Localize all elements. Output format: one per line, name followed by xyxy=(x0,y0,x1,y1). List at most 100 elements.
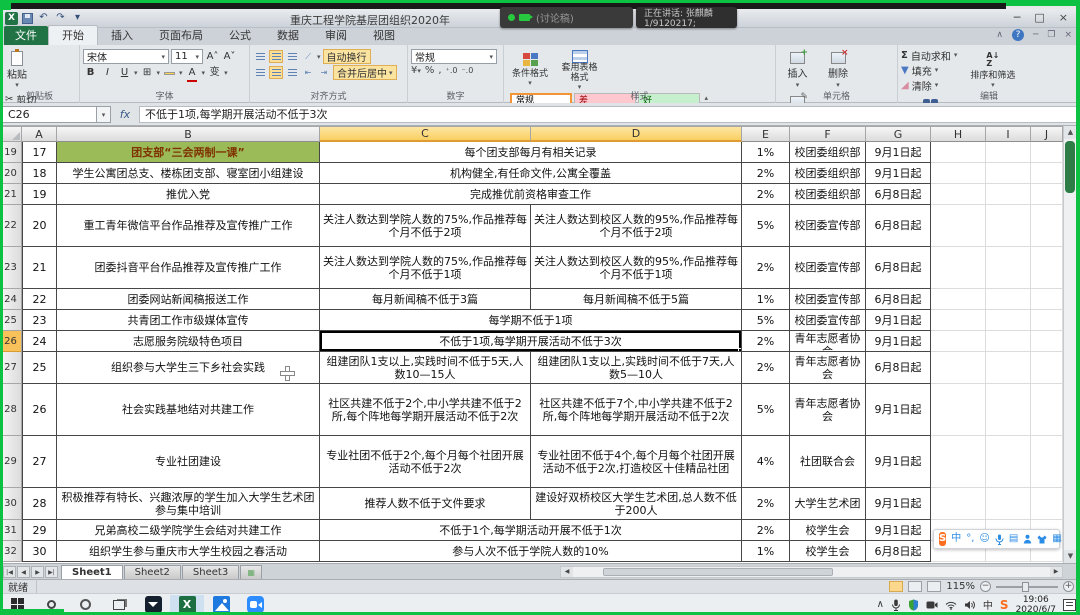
orientation-button[interactable]: ⟋ xyxy=(301,50,315,63)
col-header-B[interactable]: B xyxy=(57,126,320,142)
tray-shield-icon[interactable] xyxy=(908,599,919,611)
cell-C30[interactable]: 推荐人数不低于文件要求 xyxy=(320,488,531,520)
cell-E30[interactable]: 2% xyxy=(742,488,790,520)
help-icon[interactable]: ? xyxy=(1012,29,1024,41)
cell-E26[interactable]: 2% xyxy=(742,331,790,352)
cell-I26[interactable] xyxy=(986,331,1031,352)
maximize-icon[interactable]: □ xyxy=(1034,11,1044,25)
cell-A26[interactable]: 24 xyxy=(22,331,57,352)
cell-C31[interactable]: 不低于1个,每学期活动开展不低于1次 xyxy=(320,520,742,541)
cell-C24[interactable]: 每月新闻稿不低于3篇 xyxy=(320,289,531,310)
cell-C27[interactable]: 组建团队1支以上,实践时间不低于5天,人数10—15人 xyxy=(320,352,531,384)
cell-F23[interactable]: 校团委宣传部 xyxy=(790,247,866,289)
cell-C20[interactable]: 机构健全,有任命文件,公寓全覆盖 xyxy=(320,163,742,184)
cell-H30[interactable] xyxy=(931,488,986,520)
cell-E31[interactable]: 2% xyxy=(742,520,790,541)
cell-I22[interactable] xyxy=(986,205,1031,247)
cell-D28[interactable]: 社区共建不低于7个,中小学共建不低于2所,每个阵地每学期开展活动不低于2次 xyxy=(531,384,742,436)
cell-I27[interactable] xyxy=(986,352,1031,384)
zoom-slider[interactable] xyxy=(996,586,1058,588)
col-header-F[interactable]: F xyxy=(790,126,866,142)
cell-F29[interactable]: 社团联合会 xyxy=(790,436,866,488)
row-header-23[interactable]: 23 xyxy=(0,247,22,289)
cell-J29[interactable] xyxy=(1031,436,1063,488)
cell-F24[interactable]: 校团委宣传部 xyxy=(790,289,866,310)
cell-F32[interactable]: 校学生会 xyxy=(790,541,866,562)
cell-F27[interactable]: 青年志愿者协会 xyxy=(790,352,866,384)
underline-button[interactable]: U xyxy=(117,65,132,80)
workbook-restore-icon[interactable]: ❐ xyxy=(1047,30,1055,40)
cell-C19[interactable]: 每个团支部每月有相关记录 xyxy=(320,142,742,163)
cell-G32[interactable]: 6月8日起 xyxy=(866,541,931,562)
wrap-text-button[interactable]: 自动换行 xyxy=(323,49,371,64)
conditional-formatting-button[interactable]: 条件格式 ▾ xyxy=(507,48,553,92)
sheet-tab-Sheet1[interactable]: Sheet1 xyxy=(61,565,123,579)
delete-cells-button[interactable]: × 删除▾ xyxy=(820,48,857,92)
cell-F25[interactable]: 校团委宣传部 xyxy=(790,310,866,331)
cell-H29[interactable] xyxy=(931,436,986,488)
font-size-select[interactable]: 11▾ xyxy=(171,49,203,64)
cell-H26[interactable] xyxy=(931,331,986,352)
insert-cells-button[interactable]: + 插入▾ xyxy=(779,48,816,92)
cell-I23[interactable] xyxy=(986,247,1031,289)
undo-icon[interactable]: ↶ xyxy=(37,12,50,25)
bold-button[interactable]: B xyxy=(83,65,98,80)
cell-H24[interactable] xyxy=(931,289,986,310)
cell-H21[interactable] xyxy=(931,184,986,205)
fill-handle[interactable] xyxy=(738,348,742,352)
cell-D27[interactable]: 组建团队1支以上,实践时间不低于7天,人数5—10人 xyxy=(531,352,742,384)
cell-E27[interactable]: 2% xyxy=(742,352,790,384)
cell-F19[interactable]: 校团委组织部 xyxy=(790,142,866,163)
save-icon[interactable] xyxy=(22,13,33,24)
cell-G31[interactable]: 9月1日起 xyxy=(866,520,931,541)
vertical-scrollbar[interactable]: ▲ ▼ xyxy=(1063,126,1076,563)
tray-network-icon[interactable] xyxy=(945,600,957,610)
cell-H25[interactable] xyxy=(931,310,986,331)
sogou-logo-icon[interactable]: S xyxy=(939,532,946,546)
col-header-G[interactable]: G xyxy=(866,126,931,142)
cell-B32[interactable]: 组织学生参与重庆市大学生校园之春活动 xyxy=(57,541,320,562)
cell-H20[interactable] xyxy=(931,163,986,184)
cell-G27[interactable]: 6月8日起 xyxy=(866,352,931,384)
tray-speaker-icon[interactable] xyxy=(964,600,976,610)
comma-style-icon[interactable]: , xyxy=(438,65,441,76)
cell-G24[interactable]: 6月8日起 xyxy=(866,289,931,310)
ribbon-tab-公式[interactable]: 公式 xyxy=(216,26,264,45)
increase-decimal-icon[interactable]: ⁺.0 xyxy=(446,66,458,75)
zoom-slider-thumb[interactable] xyxy=(1022,582,1029,592)
cell-E29[interactable]: 4% xyxy=(742,436,790,488)
cell-I24[interactable] xyxy=(986,289,1031,310)
cell-D23[interactable]: 关注人数达到校区人数的95%,作品推荐每个月不低于1项 xyxy=(531,247,742,289)
cell-D30[interactable]: 建设好双桥校区大学生艺术团,总人数不低于200人 xyxy=(531,488,742,520)
first-sheet-icon[interactable]: |◀ xyxy=(3,566,16,578)
tray-expand-icon[interactable]: ∧ xyxy=(877,599,884,610)
row-header-28[interactable]: 28 xyxy=(0,384,22,436)
row-header-25[interactable]: 25 xyxy=(0,310,22,331)
row-header-27[interactable]: 27 xyxy=(0,352,22,384)
qat-dropdown-icon[interactable]: ▾ xyxy=(71,12,84,25)
cell-E19[interactable]: 1% xyxy=(742,142,790,163)
workbook-minimize-icon[interactable]: ─ xyxy=(1033,30,1038,40)
cell-H19[interactable] xyxy=(931,142,986,163)
cell-D22[interactable]: 关注人数达到校区人数的95%,作品推荐每个月不低于2项 xyxy=(531,205,742,247)
format-as-table-button[interactable]: 套用表格格式 ▾ xyxy=(557,48,603,92)
cell-F28[interactable]: 青年志愿者协会 xyxy=(790,384,866,436)
cell-J22[interactable] xyxy=(1031,205,1063,247)
cell-A19[interactable]: 17 xyxy=(22,142,57,163)
cell-J30[interactable] xyxy=(1031,488,1063,520)
number-format-select[interactable]: 常规▾ xyxy=(411,49,497,64)
cell-I20[interactable] xyxy=(986,163,1031,184)
cell-C21[interactable]: 完成推优前资格审查工作 xyxy=(320,184,742,205)
align-top-button[interactable] xyxy=(253,50,267,63)
col-header-H[interactable]: H xyxy=(931,126,986,142)
sogou-mode-chinese[interactable]: 中 xyxy=(951,530,961,548)
cell-C32[interactable]: 参与人次不低于学院人数的10% xyxy=(320,541,742,562)
cell-A21[interactable]: 19 xyxy=(22,184,57,205)
cell-C28[interactable]: 社区共建不低于2个,中小学共建不低于2所,每个阵地每学期开展活动不低于2次 xyxy=(320,384,531,436)
cell-B28[interactable]: 社会实践基地结对共建工作 xyxy=(57,384,320,436)
cell-B21[interactable]: 推优入党 xyxy=(57,184,320,205)
align-bottom-button[interactable] xyxy=(285,50,299,63)
cell-A25[interactable]: 23 xyxy=(22,310,57,331)
page-layout-view-icon[interactable] xyxy=(908,581,922,592)
ribbon-tab-开始[interactable]: 开始 xyxy=(48,25,98,45)
